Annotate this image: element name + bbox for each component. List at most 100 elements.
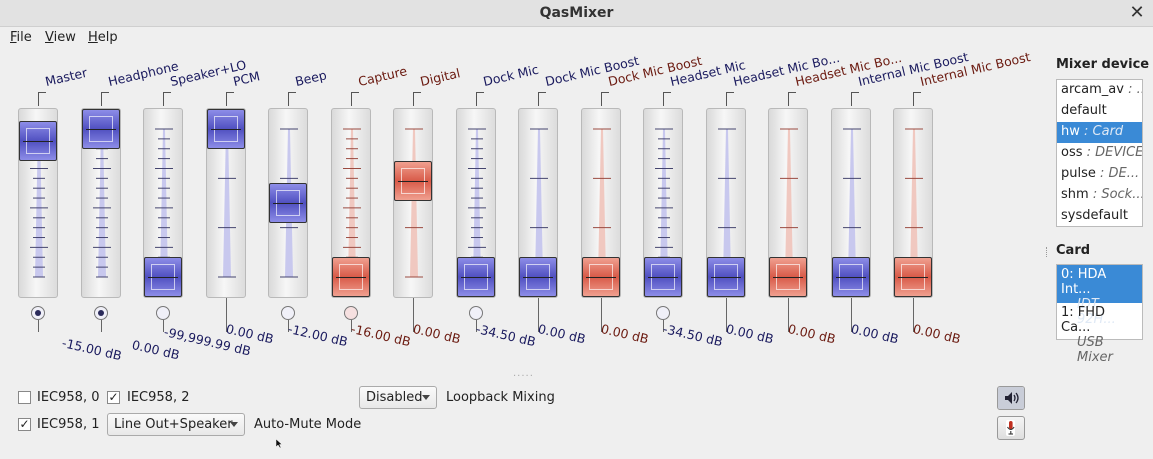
volume-slider[interactable] — [830, 108, 871, 298]
device-item-sysdefault[interactable]: sysdefault — [1057, 206, 1142, 227]
menu-help[interactable]: Help — [88, 30, 118, 45]
mute-switch[interactable] — [93, 306, 108, 320]
playback-view-button[interactable] — [997, 386, 1025, 410]
channel-label: Digital — [418, 65, 462, 89]
slider-handle[interactable] — [644, 257, 682, 297]
device-item-shm[interactable]: shm : Sock... — [1057, 185, 1142, 206]
volume-slider[interactable] — [518, 108, 558, 298]
channel-value: 0.00 dB — [599, 321, 650, 347]
volume-slider[interactable] — [393, 108, 433, 298]
menu-view[interactable]: View — [45, 30, 76, 45]
card-title: Card — [1056, 243, 1091, 258]
card-list[interactable]: 0: HDA Int... IDT 92H... 1: FHD Ca... USB M… — [1056, 264, 1143, 365]
slider-handle[interactable] — [769, 257, 807, 297]
mute-switch[interactable] — [31, 306, 45, 320]
capture-view-button[interactable] — [997, 416, 1025, 440]
auto-mute-mode-label: Auto-Mute Mode — [254, 417, 362, 432]
channel-value: 0.00 dB — [849, 321, 900, 347]
volume-slider[interactable] — [80, 108, 121, 298]
mute-switch[interactable] — [468, 306, 483, 320]
volume-slider[interactable] — [455, 108, 496, 298]
channel-label: Master — [43, 64, 89, 89]
volume-slider[interactable] — [643, 108, 683, 298]
chevron-down-icon — [230, 422, 238, 427]
volume-slider[interactable] — [768, 108, 808, 298]
iec958-0-label: IEC958, 0 — [37, 390, 100, 405]
slider-handle[interactable] — [519, 257, 557, 297]
slider-groove — [222, 129, 231, 277]
channel-value: 0.00 dB — [536, 321, 588, 347]
window-title: QasMixer — [539, 5, 614, 21]
device-item-hw[interactable]: hw : Card — [1057, 122, 1142, 143]
mute-switch[interactable] — [343, 306, 358, 320]
device-item-oss[interactable]: oss : DEVICE — [1057, 143, 1142, 164]
slider-handle[interactable] — [581, 257, 620, 297]
device-desc: : Sock... — [1088, 187, 1142, 202]
volume-slider[interactable] — [330, 108, 371, 298]
splitter-handle[interactable]: ..... — [513, 368, 534, 379]
card-item[interactable]: 0: HDA Int... IDT 92H... — [1057, 265, 1142, 327]
slider-groove — [97, 129, 106, 277]
slider-handle[interactable] — [831, 257, 870, 297]
mixer-device-list[interactable]: arcam_av : ...defaulthw : Cardoss : DEVI… — [1056, 79, 1143, 227]
slider-handle[interactable] — [394, 160, 432, 201]
device-item-default[interactable]: default — [1057, 101, 1142, 122]
channel-label-connector — [413, 92, 421, 106]
loopback-mixing-label: Loopback Mixing — [446, 390, 555, 405]
channel-value: -15.00 dB — [60, 335, 124, 364]
volume-slider[interactable] — [893, 108, 933, 298]
channel-label-connector — [475, 92, 484, 106]
device-item-arcam_av[interactable]: arcam_av : ... — [1057, 80, 1142, 101]
slider-handle[interactable] — [894, 257, 932, 297]
volume-slider[interactable] — [268, 108, 308, 298]
slider-handle[interactable] — [206, 109, 245, 149]
microphone-icon — [1006, 420, 1015, 436]
device-item-pulse[interactable]: pulse : DE... — [1057, 164, 1142, 185]
iec958-1-checkbox[interactable]: ✓ — [18, 418, 31, 431]
channel-label-connector — [163, 92, 171, 106]
card-item[interactable]: 1: FHD Ca... USB Mixer — [1057, 303, 1142, 365]
volume-slider[interactable] — [143, 108, 183, 298]
channel-label-connector — [288, 92, 296, 106]
auto-mute-mode-select[interactable]: Line Out+Speaker — [107, 413, 245, 436]
channel-label: Capture — [356, 63, 408, 89]
volume-slider[interactable] — [705, 108, 746, 298]
channel-label-connector — [850, 92, 859, 106]
close-icon[interactable]: ✕ — [1127, 2, 1147, 24]
volume-slider[interactable] — [18, 108, 58, 298]
channel-label-connector — [600, 92, 609, 106]
slider-scale — [405, 128, 423, 278]
slider-handle[interactable] — [144, 257, 182, 297]
volume-slider[interactable] — [205, 108, 246, 298]
device-desc: : DE... — [1095, 166, 1140, 181]
slider-handle[interactable] — [706, 257, 745, 297]
slider-groove — [160, 129, 168, 277]
mute-switch[interactable] — [156, 306, 170, 320]
slider-groove — [347, 129, 356, 277]
slider-groove — [535, 129, 543, 277]
mute-switch[interactable] — [656, 306, 670, 320]
iec958-1-label: IEC958, 1 — [37, 417, 100, 432]
slider-handle[interactable] — [19, 120, 57, 161]
slider-handle[interactable] — [81, 109, 120, 149]
title-bar: QasMixer ✕ — [0, 0, 1153, 27]
slider-groove — [472, 129, 481, 277]
volume-slider[interactable] — [580, 108, 621, 298]
mute-switch[interactable] — [281, 306, 295, 320]
slider-handle[interactable] — [269, 183, 307, 223]
iec958-2-checkbox[interactable]: ✓ — [107, 391, 120, 404]
channel-value: 0.00 dB — [411, 321, 463, 347]
loopback-mixing-select[interactable]: Disabled — [359, 386, 437, 409]
menu-file[interactable]: File — [10, 30, 32, 45]
slider-handle[interactable] — [456, 257, 495, 297]
slider-handle[interactable] — [331, 257, 370, 297]
slider-groove — [660, 129, 668, 277]
iec958-0-checkbox[interactable] — [18, 391, 31, 404]
channel-label-connector — [663, 92, 671, 106]
card-desc: USB Mixer — [1077, 335, 1113, 365]
channel-label-connector — [913, 92, 921, 106]
device-name: sysdefault — [1061, 208, 1128, 223]
channel-label-connector — [788, 92, 796, 106]
splitter — [1046, 247, 1047, 257]
slider-groove — [722, 129, 731, 277]
